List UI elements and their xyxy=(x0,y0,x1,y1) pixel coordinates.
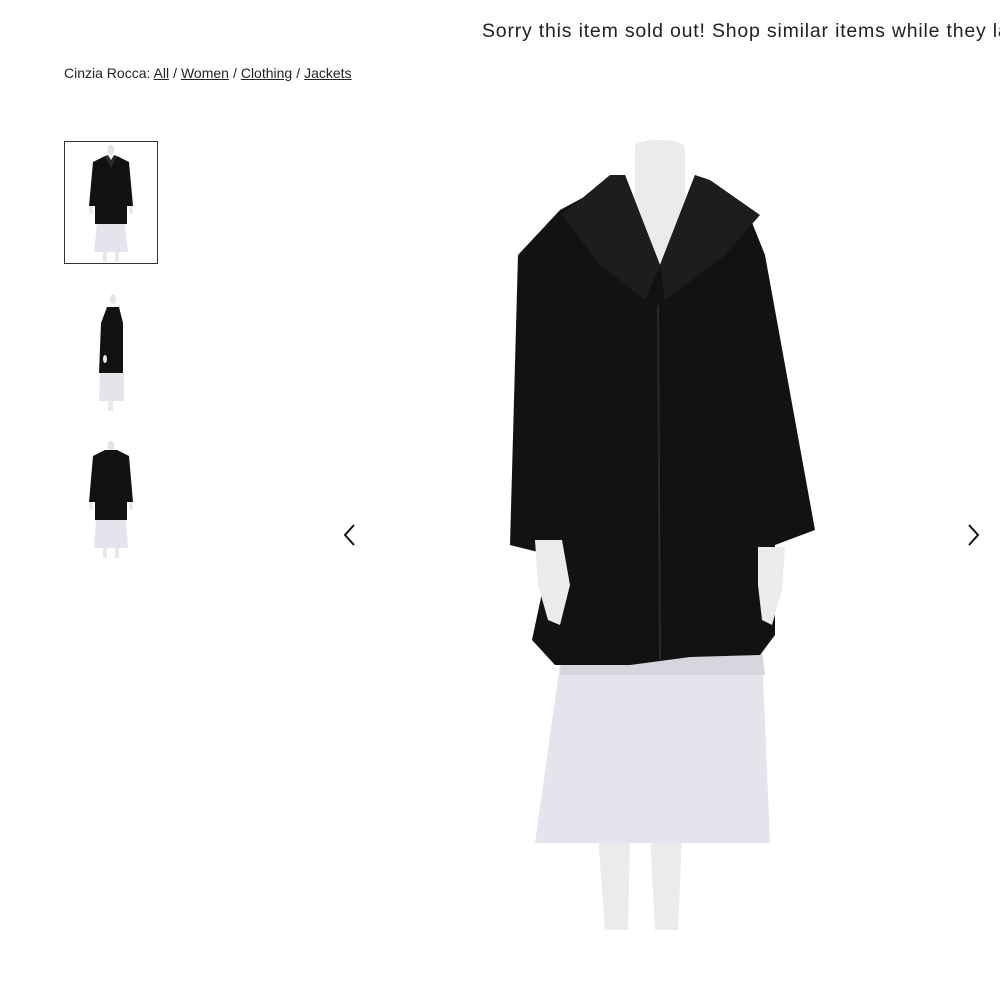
main-product-image xyxy=(490,135,840,935)
thumbnail-back[interactable] xyxy=(64,437,158,560)
breadcrumb-separator: / xyxy=(232,65,237,81)
breadcrumb-separator: / xyxy=(296,65,301,81)
chevron-left-icon xyxy=(343,524,355,546)
coat-on-mannequin-image xyxy=(510,140,815,930)
thumbnail-front[interactable] xyxy=(64,141,158,264)
sold-out-banner: Sorry this item sold out! Shop similar i… xyxy=(482,20,1000,42)
breadcrumb-link-jackets[interactable]: Jackets xyxy=(304,65,351,81)
breadcrumb-separator: / xyxy=(173,65,177,81)
breadcrumb-brand: Cinzia Rocca: xyxy=(64,65,151,81)
breadcrumb-link-clothing[interactable]: Clothing xyxy=(241,65,292,81)
breadcrumb-link-all[interactable]: All xyxy=(154,65,170,81)
chevron-right-icon xyxy=(968,524,980,546)
coat-front-thumbnail-image xyxy=(89,144,133,262)
thumbnail-side[interactable] xyxy=(64,290,158,413)
breadcrumb-link-women[interactable]: Women xyxy=(181,65,229,81)
breadcrumb: Cinzia Rocca: All / Women / Clothing / Jackets xyxy=(64,65,352,81)
coat-back-thumbnail-image xyxy=(89,440,133,558)
next-image-button[interactable] xyxy=(958,520,988,550)
coat-side-thumbnail-image xyxy=(99,293,124,411)
previous-image-button[interactable] xyxy=(335,520,365,550)
